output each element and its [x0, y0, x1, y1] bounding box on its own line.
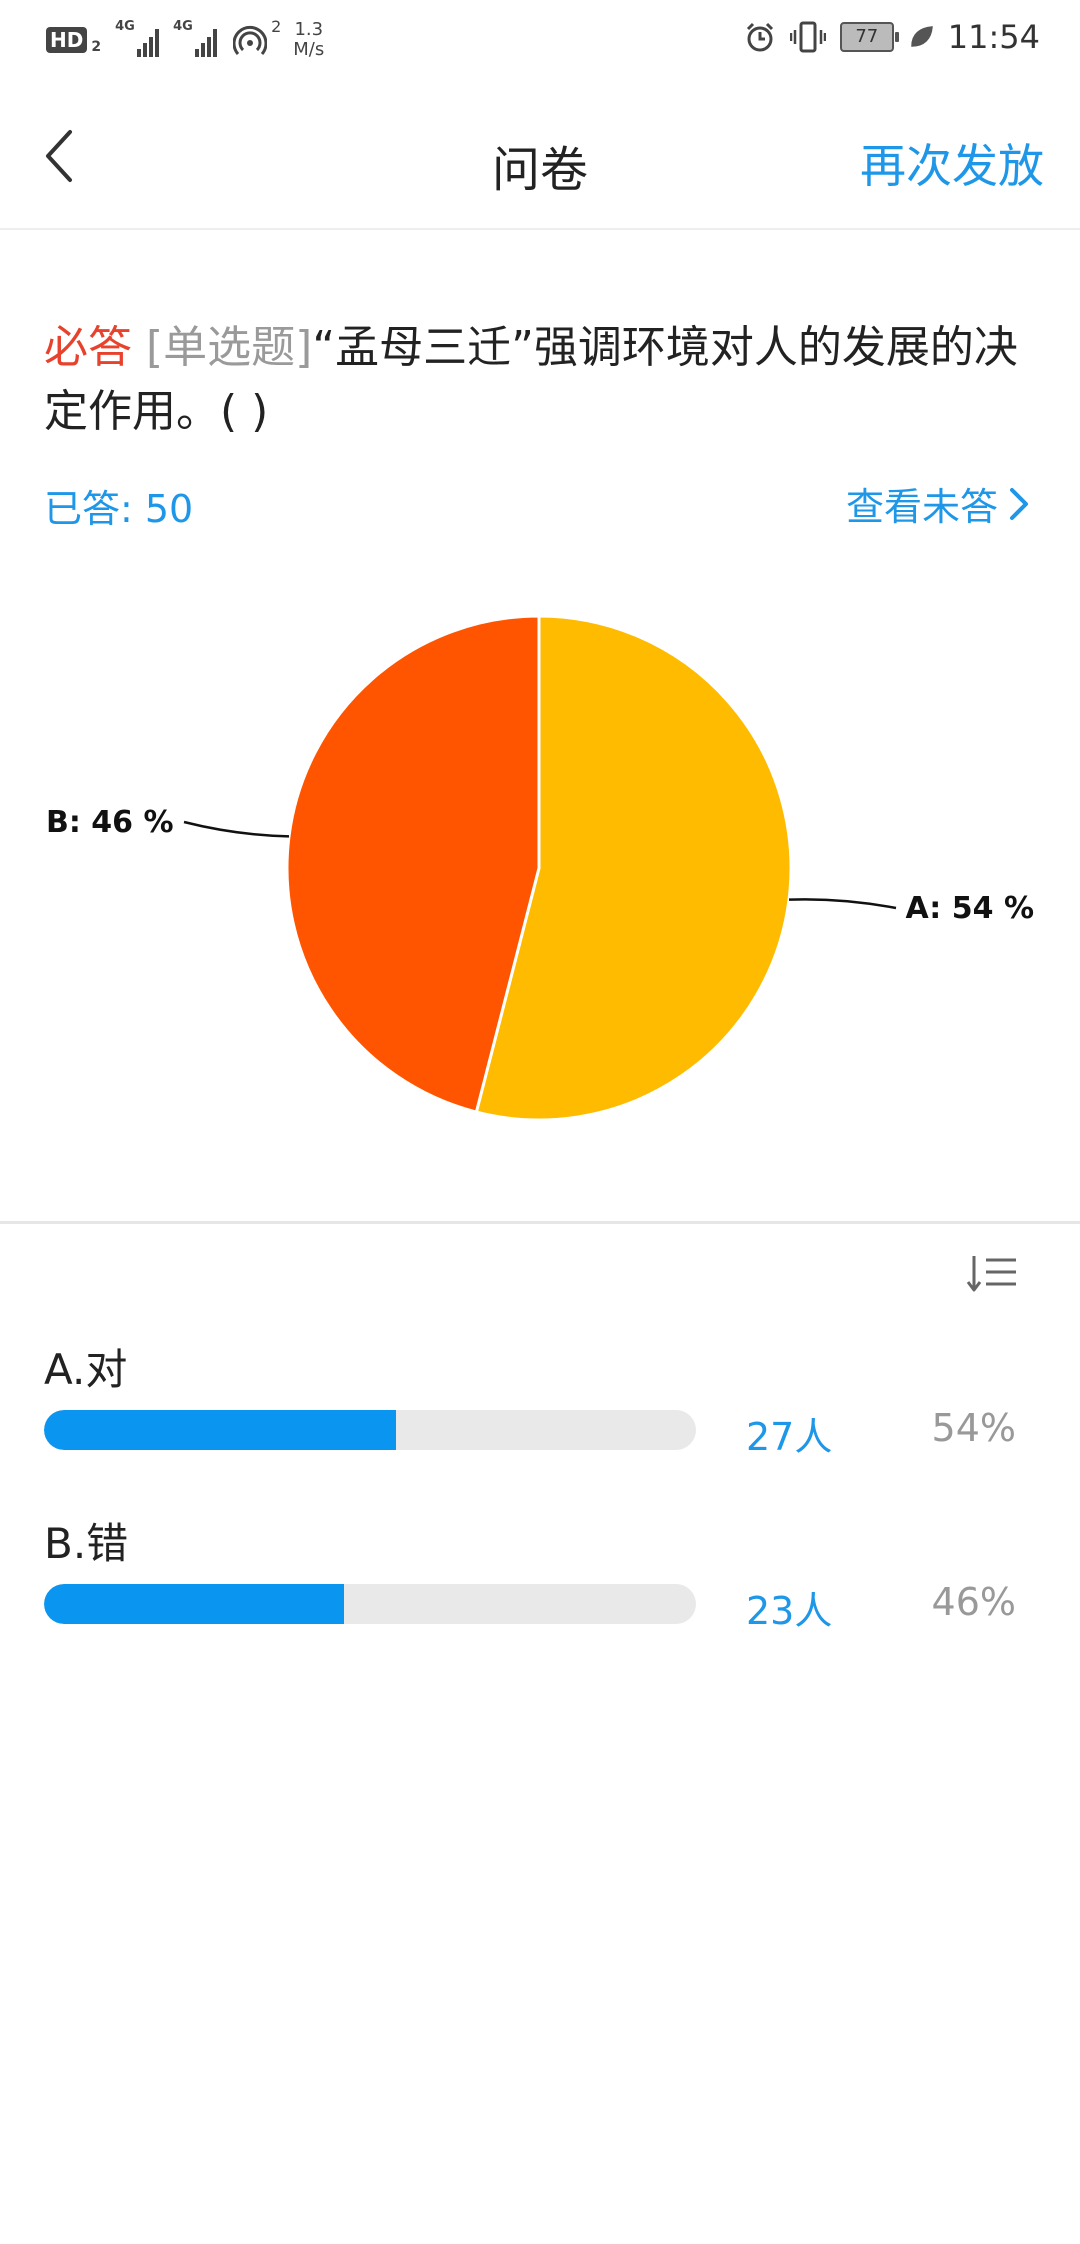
question-type-tag: [单选题]	[146, 322, 313, 373]
section-divider	[0, 1221, 1080, 1224]
option-label: B.错	[44, 1519, 129, 1568]
option-count: 27人	[746, 1415, 833, 1459]
vibrate-icon	[789, 21, 826, 53]
progress-fill	[44, 1410, 397, 1450]
status-left: HD 2 4G 4G 2 1.3 M/s	[46, 16, 324, 60]
option-percent: 46%	[931, 1580, 1016, 1624]
chevron-right-icon	[1010, 487, 1028, 520]
speed-unit: M/s	[293, 39, 325, 60]
network-speed: 1.3 M/s	[293, 20, 324, 60]
view-unanswered-label: 查看未答	[845, 485, 998, 529]
pie-leader-line	[788, 898, 897, 910]
speed-value: 1.3	[294, 19, 324, 40]
signal-2-icon: 4G	[173, 19, 218, 57]
status-bar: HD 2 4G 4G 2 1.3 M/s 77 11:54	[0, 0, 1080, 86]
signal-2-label: 4G	[173, 19, 193, 34]
question-text-block: 必答 [单选题]“孟母三迁”强调环境对人的发展的决定作用。( )	[44, 316, 1044, 444]
progress-track	[44, 1410, 696, 1450]
hotspot-icon	[233, 25, 268, 55]
alarm-icon	[746, 22, 773, 52]
status-right: 77 11:54	[744, 18, 1040, 56]
battery-icon: 77	[839, 22, 899, 52]
option-percent: 54%	[931, 1406, 1016, 1450]
view-unanswered-link[interactable]: 查看未答	[846, 476, 1030, 531]
pie-chart: A: 54 % B: 46 %	[46, 614, 1034, 1122]
hotspot-count: 2	[271, 16, 282, 36]
reissue-button[interactable]: 再次发放	[860, 130, 1044, 196]
pie-slice-label: A: 54 %	[906, 891, 1034, 926]
progress-track	[44, 1584, 696, 1624]
sort-icon[interactable]	[966, 1252, 1020, 1296]
pie-slice-label: B: 46 %	[46, 805, 174, 840]
option-label: A.对	[44, 1345, 128, 1394]
option-count: 23人	[746, 1589, 833, 1633]
hd-sub-label: 2	[91, 39, 102, 55]
signal-1-label: 4G	[115, 19, 135, 34]
answered-count: 已答: 50	[44, 487, 194, 531]
signal-1-icon: 4G	[115, 19, 160, 57]
required-tag: 必答	[44, 322, 132, 373]
app-header: 问卷 再次发放	[0, 86, 1080, 230]
progress-fill	[44, 1584, 344, 1624]
clock: 11:54	[947, 18, 1040, 56]
leaf-icon	[911, 26, 933, 47]
pie-leader-line	[183, 820, 290, 838]
hd-badge: HD	[46, 27, 88, 53]
